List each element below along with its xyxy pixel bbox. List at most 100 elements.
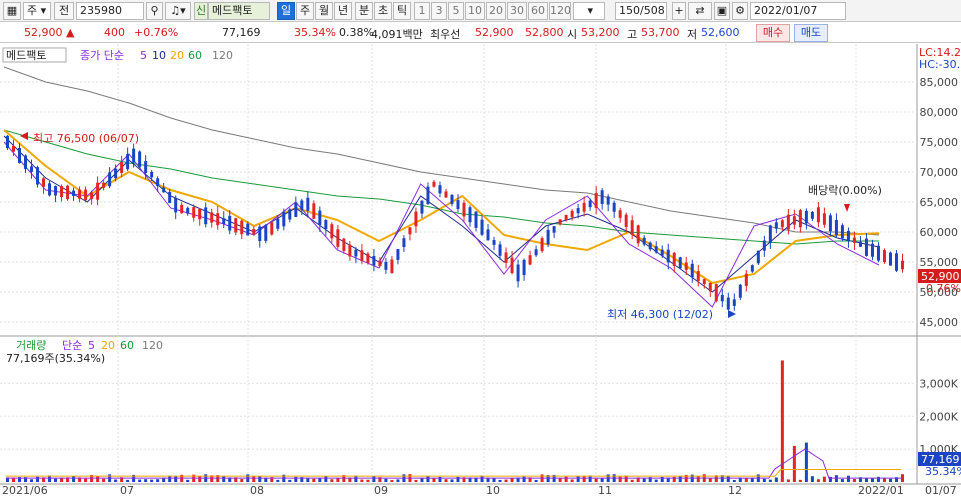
volume-bar	[174, 475, 178, 482]
candle-body	[84, 189, 88, 201]
candle-body	[120, 162, 124, 173]
candle-body	[846, 230, 850, 242]
legend-close-sma: 종가 단순	[80, 49, 124, 62]
candle-body	[708, 282, 712, 292]
legend-ma120: 120	[212, 49, 233, 62]
stock-chart[interactable]: 45,00050,00055,00060,00065,00070,00075,0…	[0, 44, 961, 496]
current-price: 52,900	[24, 26, 63, 39]
stock-code-input[interactable]: 235980	[76, 2, 144, 20]
candle-body	[732, 299, 736, 306]
volume-bar	[444, 479, 448, 482]
interval-120[interactable]: 120	[549, 2, 571, 20]
interval-20[interactable]: 20	[486, 2, 506, 20]
tab-tick[interactable]: 틱	[393, 2, 411, 20]
candle-body	[564, 214, 568, 220]
candle-body	[744, 273, 748, 286]
legend-volume: 거래량	[16, 339, 46, 352]
prev-button[interactable]: 전	[54, 2, 74, 20]
save-icon[interactable]: ▣	[714, 2, 730, 20]
candle-body	[12, 145, 16, 152]
volume-bar	[852, 478, 856, 482]
candle-body	[438, 185, 442, 194]
market-select[interactable]: 주 ▾	[23, 2, 51, 20]
interval-dropdown[interactable]: ▾	[573, 2, 605, 20]
candle-body	[420, 200, 424, 214]
nav-arrows-icon[interactable]: ⇄	[688, 2, 712, 20]
volume-bar	[240, 479, 244, 482]
candle-body	[600, 190, 604, 204]
date-input[interactable]: 2022/01/07	[750, 2, 846, 20]
candle-body	[798, 210, 802, 228]
best-label: 최우선	[430, 28, 461, 41]
x-tick-label: 12	[728, 484, 742, 496]
open-label: 시	[567, 28, 578, 41]
count-input[interactable]: 150/508	[615, 2, 667, 20]
volume-bar	[252, 476, 256, 482]
legend-stock-name: 메드팩토	[6, 49, 46, 62]
candle-body	[348, 244, 352, 257]
volume-bar	[72, 476, 76, 482]
candle-body	[30, 166, 34, 172]
candle-body	[510, 257, 514, 273]
candle-body	[162, 187, 166, 193]
candle-body	[882, 250, 886, 263]
square-icon[interactable]: ▦	[3, 2, 21, 20]
volume-bar	[450, 479, 454, 482]
search-icon[interactable]: ⚲	[146, 2, 163, 20]
volume-bar	[84, 478, 88, 482]
legend-vol20: 20	[101, 339, 115, 352]
candle-body	[150, 171, 154, 178]
volume-bar	[732, 480, 736, 482]
y-tick-label: 55,000	[920, 256, 959, 269]
interval-10[interactable]: 10	[465, 2, 485, 20]
volume-bar	[222, 476, 226, 482]
volume-pct-tag: 35.34%	[925, 465, 961, 478]
current-pct-tag: 0.76%	[926, 282, 961, 295]
candle-body	[480, 219, 484, 235]
low-label: 저	[687, 28, 698, 41]
x-tick-label: 11	[598, 484, 612, 496]
speaker-icon[interactable]: ♫▾	[165, 2, 191, 20]
candle-body	[312, 203, 316, 219]
gear-icon[interactable]: ⚙	[732, 2, 748, 20]
candle-body	[198, 208, 202, 220]
sell-button[interactable]: 매도	[794, 24, 828, 42]
volume-bar	[708, 478, 712, 482]
candle-body	[828, 215, 832, 232]
candle-body	[450, 194, 454, 205]
volume-bar	[558, 478, 562, 482]
candle-body	[738, 284, 742, 298]
tab-week[interactable]: 주	[296, 2, 314, 20]
interval-5[interactable]: 5	[448, 2, 464, 20]
candle-body	[792, 216, 796, 225]
volume-bar	[594, 478, 598, 482]
interval-3[interactable]: 3	[431, 2, 447, 20]
candle-body	[456, 200, 460, 209]
volume-bar	[576, 475, 580, 482]
volume-bar	[366, 479, 370, 482]
interval-30[interactable]: 30	[507, 2, 527, 20]
credit-badge: 신	[194, 2, 208, 20]
candle-body	[768, 225, 772, 243]
candle-body	[648, 242, 652, 250]
interval-1[interactable]: 1	[414, 2, 430, 20]
candle-body	[90, 192, 94, 200]
volume-bar	[498, 479, 502, 482]
volume-bar	[138, 479, 142, 482]
y-tick-label: 70,000	[920, 166, 959, 179]
candle-body	[144, 161, 148, 173]
volume-bar	[330, 479, 334, 482]
tab-day[interactable]: 일	[277, 2, 295, 20]
buy-button[interactable]: 매수	[756, 24, 790, 42]
candle-body	[138, 151, 142, 168]
plus-icon[interactable]: +	[672, 2, 686, 20]
candle-body	[654, 246, 658, 253]
tab-second[interactable]: 초	[374, 2, 392, 20]
interval-60[interactable]: 60	[528, 2, 548, 20]
volume-bar	[870, 478, 874, 482]
candle-body	[672, 252, 676, 267]
volume-bar	[876, 476, 880, 482]
tab-month[interactable]: 월	[315, 2, 333, 20]
tab-minute[interactable]: 분	[355, 2, 373, 20]
tab-year[interactable]: 년	[334, 2, 352, 20]
